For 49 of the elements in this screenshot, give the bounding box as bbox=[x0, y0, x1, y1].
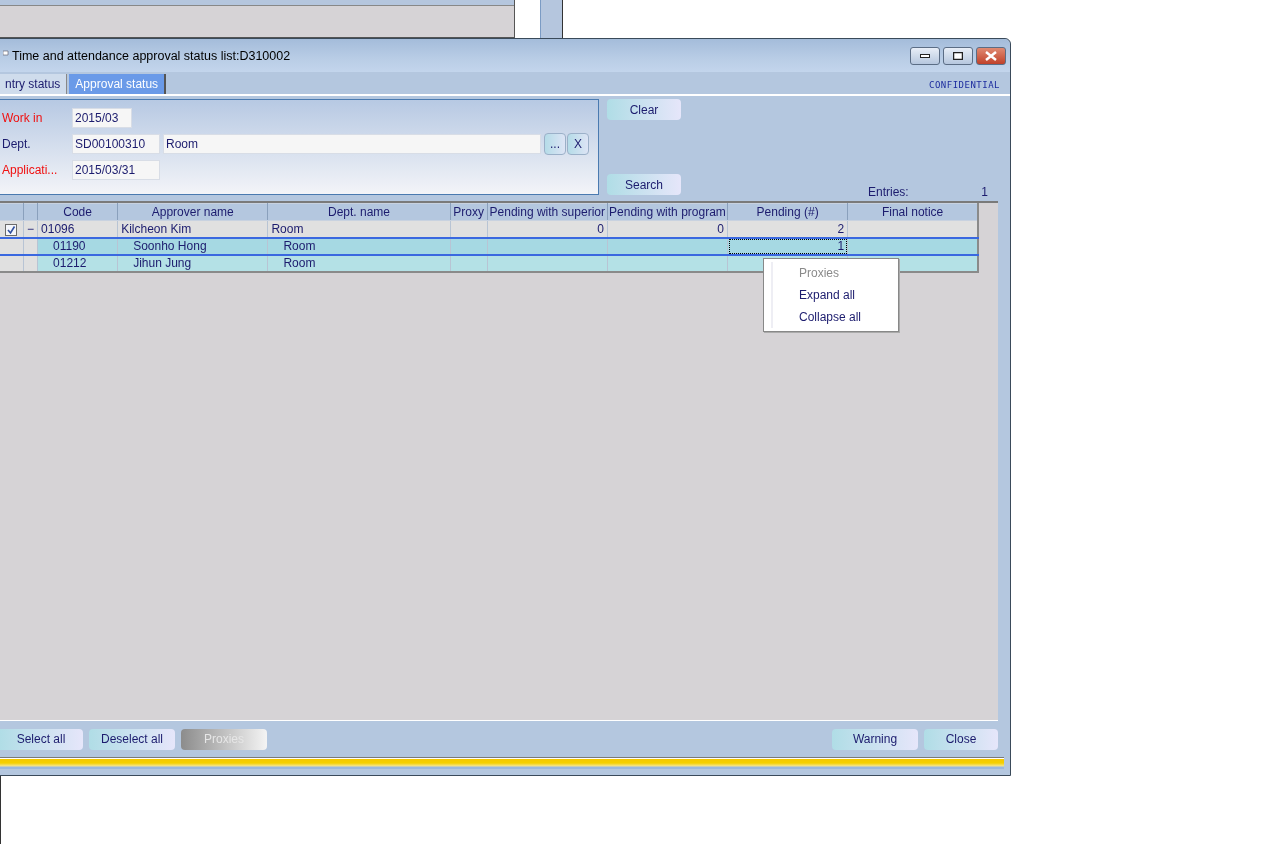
close-button[interactable] bbox=[976, 46, 1006, 65]
table-row[interactable]: 01190 Soonho Hong Room 1 bbox=[0, 237, 978, 255]
entries-count: 1 bbox=[981, 185, 988, 199]
column-header[interactable]: Pending with superior bbox=[487, 203, 608, 221]
table-cell: Soonho Hong bbox=[117, 237, 268, 255]
table-cell: 0 bbox=[607, 220, 728, 238]
column-header[interactable]: Final notice bbox=[847, 203, 978, 221]
column-header[interactable]: Dept. name bbox=[267, 203, 451, 221]
tab[interactable]: ntry status bbox=[0, 74, 68, 94]
window-title: Time and attendance approval status list:D310002 bbox=[12, 48, 292, 63]
footer-button[interactable]: Deselect all bbox=[89, 728, 175, 750]
column-header[interactable]: Code bbox=[37, 203, 118, 221]
input-field[interactable]: 2015/03 bbox=[72, 108, 132, 128]
table-cell: 0 bbox=[487, 220, 608, 238]
table-cell: Room bbox=[267, 220, 451, 238]
column-header[interactable]: Proxy bbox=[450, 203, 488, 221]
table-cell: 01212 bbox=[37, 254, 118, 272]
table-cell: Jihun Jung bbox=[117, 254, 268, 272]
field-label: Work in bbox=[2, 111, 44, 125]
table-cell: 1 bbox=[727, 237, 848, 255]
input-field[interactable]: SD00100310 bbox=[72, 134, 160, 154]
input-field[interactable]: 2015/03/31 bbox=[72, 160, 160, 180]
maximize-icon bbox=[953, 51, 963, 60]
clear-button[interactable]: Clear bbox=[607, 99, 681, 120]
browse-button[interactable]: ... bbox=[544, 133, 566, 155]
footer-button[interactable]: Warning bbox=[832, 728, 918, 750]
table-cell: 2 bbox=[727, 220, 848, 238]
close-icon bbox=[985, 50, 997, 61]
field-label: Applicati... bbox=[2, 163, 59, 177]
minimize-icon bbox=[920, 53, 930, 58]
column-header[interactable]: Pending with program bbox=[607, 203, 728, 221]
footer-button[interactable]: Select all bbox=[0, 728, 83, 750]
entries-label: Entries: bbox=[868, 185, 909, 199]
column-header[interactable]: Pending (#) bbox=[727, 203, 848, 221]
footer-button[interactable]: Close bbox=[924, 728, 998, 750]
table-cell: Room bbox=[267, 254, 451, 272]
minimize-button[interactable] bbox=[910, 46, 940, 65]
field-label: Dept. bbox=[2, 137, 32, 151]
classification-label: CONFIDENTIAL bbox=[928, 80, 1000, 90]
search-button[interactable]: Search bbox=[607, 174, 681, 195]
column-header[interactable]: Approver name bbox=[117, 203, 268, 221]
maximize-button[interactable] bbox=[943, 46, 973, 65]
table-cell: Kilcheon Kim bbox=[117, 220, 268, 238]
checkbox[interactable] bbox=[5, 223, 18, 236]
table-cell bbox=[450, 237, 488, 255]
clear-field-button[interactable]: X bbox=[567, 133, 589, 155]
name-field[interactable]: Room bbox=[163, 134, 541, 154]
table-cell: 01190 bbox=[37, 237, 118, 255]
table-cell: Room bbox=[267, 237, 451, 255]
